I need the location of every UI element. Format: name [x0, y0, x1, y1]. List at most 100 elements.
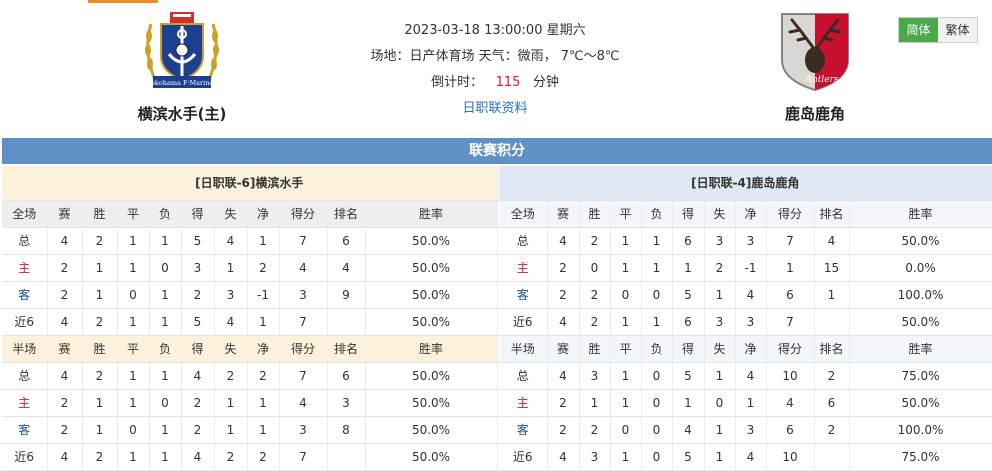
table-cell: 50.0% — [849, 389, 992, 417]
match-datetime: 2023-03-18 13:00:00 星期六 — [404, 23, 586, 38]
table-cell: 50.0% — [365, 443, 498, 471]
table-row: 主 2 1 1 0 3 1 2 4 4 50.0% — [2, 254, 498, 282]
table-cell: 4 — [47, 362, 83, 390]
table-cell: 3 — [735, 416, 767, 444]
header-cell: 排名 — [327, 200, 366, 228]
table-cell: 7 — [766, 227, 815, 255]
table-cell: 5 — [672, 443, 705, 471]
table-cell: 2 — [47, 281, 83, 309]
table-cell: 7 — [279, 443, 328, 471]
table-cell: 3 — [735, 308, 767, 336]
table-cell: 3 — [579, 443, 611, 471]
table-cell: 1 — [247, 227, 280, 255]
table-cell: 1 — [610, 254, 642, 282]
header-cell: 全场 — [2, 200, 48, 228]
header-cell: 得分 — [766, 200, 815, 228]
table-cell: 0 — [641, 443, 673, 471]
table-cell: 5 — [181, 227, 215, 255]
home-standings-table: [日职联-6]横滨水手 全场 赛 胜 平 负 得 失 净 得分 排名 胜率 总 … — [2, 166, 498, 471]
table-cell: 2 — [579, 308, 611, 336]
table-cell: 6 — [766, 416, 815, 444]
header-cell: 负 — [149, 200, 182, 228]
table-cell: 2 — [181, 389, 215, 417]
table-cell: 0.0% — [849, 254, 992, 282]
away-standings-table: [日职联-4]鹿岛鹿角 全场 赛 胜 平 负 得 失 净 得分 排名 胜率 总 … — [499, 166, 992, 471]
table-cell: 1 — [704, 443, 736, 471]
table-cell: 0 — [149, 389, 182, 417]
table-cell: 1 — [641, 254, 673, 282]
table-cell: 50.0% — [365, 362, 498, 390]
home-team-name[interactable]: 横滨水手(主) — [92, 103, 272, 124]
table-cell: 4 — [279, 254, 328, 282]
row-type-home: 主 — [2, 254, 48, 282]
home-logo-text: Yokohama F·Marinos — [146, 79, 216, 87]
league-info-link[interactable]: 日职联资料 — [340, 96, 650, 122]
table-cell: 50.0% — [365, 308, 498, 336]
table-cell: 1 — [214, 416, 248, 444]
home-team-logo: Yokohama F·Marinos — [145, 12, 219, 88]
header-cell: 排名 — [327, 335, 366, 363]
table-cell: 7 — [766, 308, 815, 336]
countdown-value: 115 — [495, 75, 521, 90]
table-row: 近6 4 2 1 1 6 3 3 7 50.0% — [499, 308, 992, 336]
away-logo-text: Antlers — [804, 75, 838, 85]
header-cell: 净 — [247, 200, 280, 228]
table-row: 总 4 3 1 0 5 1 4 10 2 75.0% — [499, 362, 992, 390]
header-cell: 失 — [704, 335, 736, 363]
table-cell: 2 — [547, 281, 580, 309]
header-cell: 负 — [641, 200, 673, 228]
lang-simplified-button[interactable]: 简体 — [899, 18, 938, 42]
table-cell: 9 — [327, 281, 366, 309]
table-cell: 2 — [47, 254, 83, 282]
home-table-body: [日职联-6]横滨水手 全场 赛 胜 平 负 得 失 净 得分 排名 胜率 总 … — [2, 166, 498, 471]
table-cell: 4 — [279, 389, 328, 417]
header-cell: 失 — [214, 200, 248, 228]
header-cell: 赛 — [547, 200, 580, 228]
table-cell: 0 — [610, 281, 642, 309]
table-cell: 0 — [579, 254, 611, 282]
header-cell: 负 — [149, 335, 182, 363]
table-cell: 1 — [641, 227, 673, 255]
table-cell: 1 — [82, 281, 118, 309]
table-cell: 5 — [672, 362, 705, 390]
header-cell: 平 — [610, 200, 642, 228]
table-cell: 1 — [610, 227, 642, 255]
table-cell: 50.0% — [365, 389, 498, 417]
table-cell: 1 — [82, 254, 118, 282]
table-cell: 3 — [735, 227, 767, 255]
home-table-caption-row: [日职联-6]横滨水手 — [2, 166, 498, 201]
table-cell: 2 — [579, 416, 611, 444]
table-cell: 4 — [47, 308, 83, 336]
table-cell: 2 — [181, 281, 215, 309]
away-table-caption-row: [日职联-4]鹿岛鹿角 — [499, 166, 992, 201]
table-cell: 0 — [704, 389, 736, 417]
away-team-name[interactable]: 鹿岛鹿角 — [725, 103, 905, 124]
table-cell: 1 — [766, 254, 815, 282]
header-cell: 得分 — [279, 200, 328, 228]
away-full-header-row: 全场 赛 胜 平 负 得 失 净 得分 排名 胜率 — [499, 200, 992, 228]
match-venue-weather: 场地：日产体育场 天气：微雨， 7℃～8℃ — [370, 49, 620, 64]
table-cell: 1 — [247, 389, 280, 417]
header-cell: 平 — [117, 200, 150, 228]
table-cell: 4 — [181, 362, 215, 390]
home-table-caption: [日职联-6]横滨水手 — [2, 166, 498, 201]
table-cell: 6 — [672, 308, 705, 336]
table-cell: 5 — [181, 308, 215, 336]
table-cell — [814, 443, 850, 471]
away-team[interactable]: Antlers 鹿岛鹿角 — [725, 10, 905, 124]
table-cell: 1 — [610, 308, 642, 336]
match-countdown: 倒计时： 115 分钟 — [340, 70, 650, 96]
away-team-logo: Antlers — [781, 13, 849, 92]
table-cell: 100.0% — [849, 281, 992, 309]
table-cell: 0 — [610, 416, 642, 444]
table-cell: 4 — [672, 416, 705, 444]
row-type-home: 主 — [499, 389, 548, 417]
table-cell: 2 — [547, 389, 580, 417]
home-team[interactable]: Yokohama F·Marinos 横滨水手(主) — [92, 10, 272, 124]
header-cell: 赛 — [47, 200, 83, 228]
table-row: 客 2 2 0 0 5 1 4 6 1 100.0% — [499, 281, 992, 309]
table-cell: 0 — [641, 281, 673, 309]
header-cell: 半场 — [2, 335, 48, 363]
table-cell: 50.0% — [365, 281, 498, 309]
lang-traditional-button[interactable]: 繁体 — [938, 18, 977, 42]
